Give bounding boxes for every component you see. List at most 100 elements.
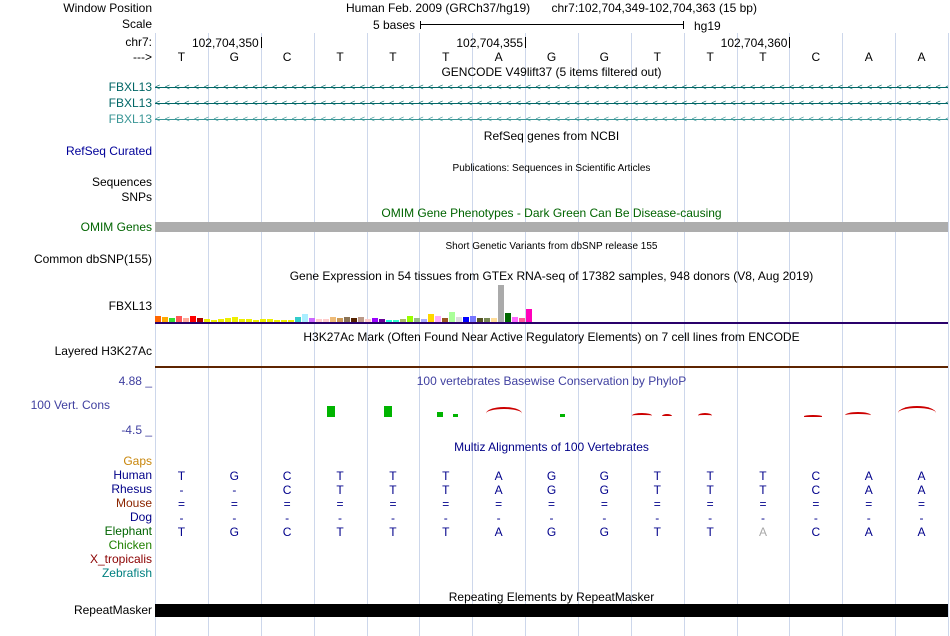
sequences-track-label[interactable]: Sequences <box>0 176 152 189</box>
conservation-track-label[interactable]: 100 Vert. Cons <box>0 399 152 412</box>
sequence-base: A <box>864 50 873 64</box>
assembly-title: Human Feb. 2009 (GRCh37/hg19) <box>346 1 531 15</box>
omim-genes-label[interactable]: OMIM Genes <box>0 221 152 234</box>
conservation-negative-arc[interactable] <box>486 407 522 417</box>
alignment-base: = <box>759 497 767 511</box>
conservation-positive-bar[interactable] <box>327 406 335 417</box>
coordinate-tick <box>525 37 527 48</box>
strand-direction-label: ---> <box>133 50 152 64</box>
gtex-bar[interactable] <box>428 314 434 322</box>
dbsnp-track-label[interactable]: Common dbSNP(155) <box>0 253 152 266</box>
gtex-track-title: Gene Expression in 54 tissues from GTEx … <box>289 269 814 283</box>
h3k27ac-track-title: H3K27Ac Mark (Often Found Near Active Re… <box>303 330 800 344</box>
gtex-bar[interactable] <box>505 313 511 322</box>
alignment-base: - <box>232 483 237 497</box>
alignment-base: - <box>866 511 871 525</box>
strand-arrows: <<<<<<<<<<<<<<<<<<<<<<<<<<<<<<<<<<<<<<<<… <box>155 114 948 124</box>
omim-gene-bar[interactable] <box>155 222 948 232</box>
multiz-species-label[interactable]: X_tropicalis <box>0 553 152 566</box>
gencode-item-label[interactable]: FBXL13 <box>0 81 152 94</box>
alignment-base: T <box>706 525 714 539</box>
alignment-base: = <box>865 497 873 511</box>
alignment-base: T <box>706 483 714 497</box>
conservation-negative-arc[interactable] <box>804 415 822 417</box>
alignment-base: C <box>811 469 821 483</box>
sequence-base: T <box>389 50 397 64</box>
alignment-base: G <box>229 469 239 483</box>
sequence-base: T <box>442 50 450 64</box>
multiz-species-label[interactable]: Chicken <box>0 539 152 552</box>
alignment-base: - <box>760 511 765 525</box>
refseq-curated-label[interactable]: RefSeq Curated <box>0 145 152 158</box>
gtex-bar[interactable] <box>302 314 308 322</box>
coordinate-label: 102,704,355 <box>456 36 524 50</box>
conservation-negative-arc[interactable] <box>662 414 672 417</box>
multiz-species-label[interactable]: Dog <box>0 511 152 524</box>
dbsnp-track-title: Short Genetic Variants from dbSNP releas… <box>445 241 658 252</box>
multiz-species-label[interactable]: Rhesus <box>0 483 152 496</box>
alignment-base: A <box>864 525 873 539</box>
gencode-item-label[interactable]: FBXL13 <box>0 113 152 126</box>
conservation-positive-bar[interactable] <box>453 414 458 417</box>
sequence-base: A <box>494 50 503 64</box>
refseq-track-title: RefSeq genes from NCBI <box>483 129 620 143</box>
gtex-bar[interactable] <box>526 309 532 322</box>
sequence-base: T <box>706 50 714 64</box>
alignment-base: - <box>390 511 395 525</box>
alignment-base: - <box>496 511 501 525</box>
gencode-item-label[interactable]: FBXL13 <box>0 97 152 110</box>
alignment-base: T <box>653 483 661 497</box>
alignment-base: = <box>706 497 714 511</box>
alignment-base: - <box>813 511 818 525</box>
conservation-positive-bar[interactable] <box>437 412 443 417</box>
h3k27ac-signal-line[interactable] <box>155 366 948 368</box>
snps-track-label[interactable]: SNPs <box>0 191 152 204</box>
alignment-base: - <box>655 511 660 525</box>
gtex-chart[interactable] <box>155 285 948 322</box>
sequence-base: T <box>336 50 344 64</box>
coordinate-label: 102,704,350 <box>191 36 259 50</box>
header-titles: Human Feb. 2009 (GRCh37/hg19) chr7:102,7… <box>155 2 948 15</box>
multiz-species-label[interactable]: Human <box>0 469 152 482</box>
repeatmasker-track-label[interactable]: RepeatMasker <box>0 604 152 617</box>
sequence-base: T <box>177 50 186 64</box>
multiz-species-label[interactable]: Zebrafish <box>0 567 152 580</box>
conservation-negative-arc[interactable] <box>845 412 871 417</box>
alignment-base: C <box>811 483 821 497</box>
conservation-negative-arc[interactable] <box>898 406 936 417</box>
conservation-negative-arc[interactable] <box>632 413 652 417</box>
alignment-base: C <box>282 525 292 539</box>
sequence-base: G <box>546 50 557 64</box>
coordinate-label: 102,704,360 <box>720 36 788 50</box>
alignment-base: - <box>179 511 184 525</box>
alignment-base: G <box>546 525 557 539</box>
gtex-gene-label[interactable]: FBXL13 <box>0 300 152 313</box>
alignment-base: A <box>494 483 503 497</box>
alignment-base: - <box>549 511 554 525</box>
conservation-positive-bar[interactable] <box>384 406 392 417</box>
alignment-base: = <box>177 497 185 511</box>
alignment-base: C <box>811 525 821 539</box>
gtex-bar[interactable] <box>449 312 455 322</box>
alignment-base: A <box>917 525 926 539</box>
alignment-base: = <box>442 497 450 511</box>
alignment-base: - <box>232 511 237 525</box>
alignment-base: A <box>917 469 926 483</box>
alignment-base: G <box>229 525 239 539</box>
gtex-bar[interactable] <box>498 285 504 322</box>
alignment-base: - <box>285 511 290 525</box>
alignment-base: - <box>602 511 607 525</box>
conservation-negative-arc[interactable] <box>698 413 712 417</box>
h3k27ac-track-label[interactable]: Layered H3K27Ac <box>0 345 152 358</box>
multiz-species-label[interactable]: Gaps <box>0 455 152 468</box>
strand-arrows: <<<<<<<<<<<<<<<<<<<<<<<<<<<<<<<<<<<<<<<<… <box>155 82 948 92</box>
gtex-baseline <box>155 322 948 324</box>
alignment-base: T <box>336 469 344 483</box>
conservation-positive-bar[interactable] <box>560 414 565 417</box>
repeatmasker-bar[interactable] <box>155 604 948 617</box>
alignment-base: = <box>653 497 661 511</box>
multiz-species-label[interactable]: Elephant <box>0 525 152 538</box>
assembly-short-label: hg19 <box>694 19 721 33</box>
multiz-species-label[interactable]: Mouse <box>0 497 152 510</box>
sequence-base: C <box>811 50 821 64</box>
